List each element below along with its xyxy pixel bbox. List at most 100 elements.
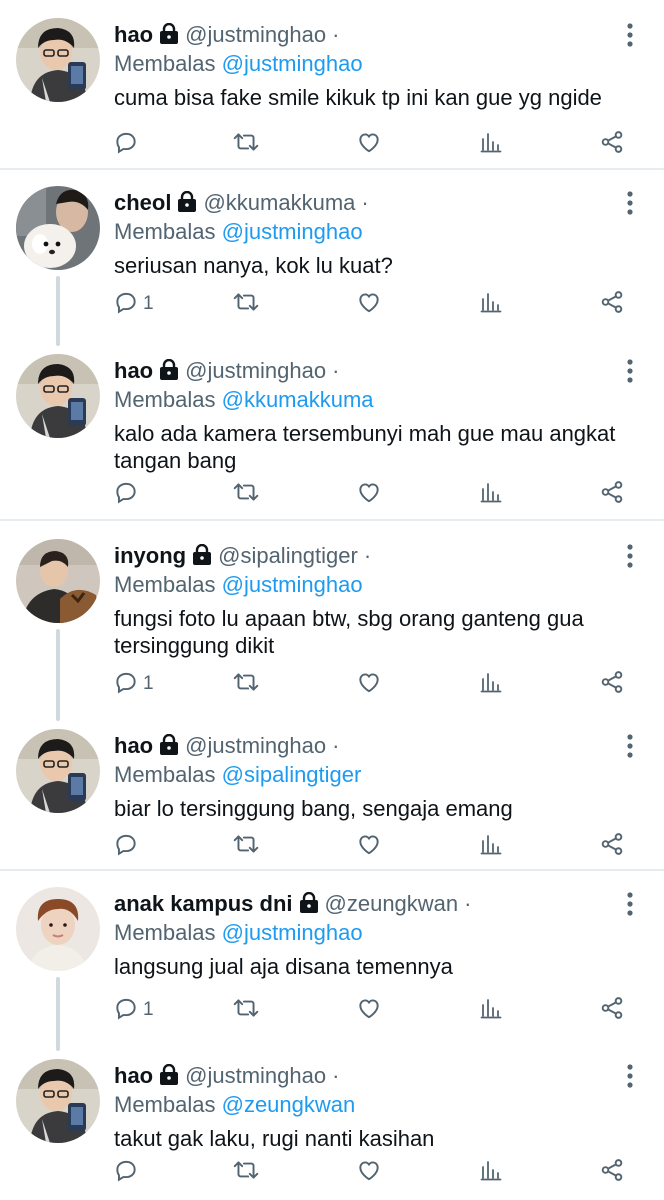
more-icon[interactable] xyxy=(620,22,640,48)
share-button[interactable] xyxy=(599,994,625,1026)
separator-dot: · xyxy=(332,733,340,758)
more-icon[interactable] xyxy=(620,358,640,384)
reply-prefix: Membalas xyxy=(114,387,216,412)
more-icon[interactable] xyxy=(620,543,640,569)
tweet-actions: 1 xyxy=(0,994,664,1026)
username[interactable]: @justminghao xyxy=(185,22,326,47)
share-button[interactable] xyxy=(599,668,625,700)
more-icon[interactable] xyxy=(620,1063,640,1089)
reply-mention[interactable]: @kkumakkuma xyxy=(222,387,374,412)
tweet[interactable]: anak kampus dni @zeungkwan · Membalas @jus… xyxy=(0,869,664,1051)
share-button[interactable] xyxy=(599,478,625,510)
display-name[interactable]: hao xyxy=(114,1063,153,1088)
like-button[interactable] xyxy=(356,478,382,510)
avatar[interactable] xyxy=(16,354,100,438)
share-button[interactable] xyxy=(599,1156,625,1188)
display-name[interactable]: hao xyxy=(114,22,153,47)
username[interactable]: @justminghao xyxy=(185,1063,326,1088)
like-button[interactable] xyxy=(356,830,382,862)
retweet-button[interactable] xyxy=(232,128,260,160)
reply-button[interactable] xyxy=(113,128,143,160)
reply-mention[interactable]: @zeungkwan xyxy=(222,1092,356,1117)
avatar[interactable] xyxy=(16,1059,100,1143)
retweet-button[interactable] xyxy=(232,994,260,1026)
tweet[interactable]: inyong @sipalingtiger · Membalas @justming… xyxy=(0,521,664,721)
retweet-button[interactable] xyxy=(232,1156,260,1188)
retweet-icon xyxy=(232,479,260,510)
share-icon xyxy=(599,995,625,1026)
retweet-icon xyxy=(232,1157,260,1188)
like-button[interactable] xyxy=(356,1156,382,1188)
reply-button[interactable]: 1 xyxy=(113,994,154,1026)
username[interactable]: @zeungkwan xyxy=(325,891,459,916)
tweet[interactable]: hao @justminghao · Membalas @zeungkwan tak… xyxy=(0,1041,664,1200)
username[interactable]: @justminghao xyxy=(185,733,326,758)
separator-dot: · xyxy=(332,22,340,47)
avatar[interactable] xyxy=(16,887,100,971)
username[interactable]: @kkumakkuma xyxy=(203,190,355,215)
reply-mention[interactable]: @justminghao xyxy=(222,572,363,597)
reply-mention[interactable]: @justminghao xyxy=(222,920,363,945)
more-icon[interactable] xyxy=(620,733,640,759)
retweet-icon xyxy=(232,831,260,862)
more-icon[interactable] xyxy=(620,190,640,216)
views-button[interactable] xyxy=(479,128,503,160)
reply-button[interactable] xyxy=(113,1156,143,1188)
like-button[interactable] xyxy=(356,128,382,160)
reply-mention[interactable]: @sipalingtiger xyxy=(222,762,362,787)
more-icon[interactable] xyxy=(620,891,640,917)
avatar[interactable] xyxy=(16,539,100,623)
display-name[interactable]: cheol xyxy=(114,190,171,215)
tweet[interactable]: hao @justminghao · Membalas @kkumakkuma ka… xyxy=(0,336,664,519)
reply-button[interactable] xyxy=(113,478,143,510)
tweet-header: hao @justminghao · xyxy=(114,20,604,50)
reply-count: 1 xyxy=(143,293,154,314)
avatar[interactable] xyxy=(16,18,100,102)
share-button[interactable] xyxy=(599,288,625,320)
views-button[interactable] xyxy=(479,288,503,320)
separator-dot: · xyxy=(332,358,340,383)
reply-icon xyxy=(113,831,139,862)
like-button[interactable] xyxy=(356,288,382,320)
tweet-text: cuma bisa fake smile kikuk tp ini kan gu… xyxy=(114,85,602,110)
share-button[interactable] xyxy=(599,830,625,862)
views-button[interactable] xyxy=(479,830,503,862)
username[interactable]: @sipalingtiger xyxy=(218,543,358,568)
reply-icon xyxy=(113,129,139,160)
tweet-actions xyxy=(0,478,664,510)
avatar[interactable] xyxy=(16,729,100,813)
reply-mention[interactable]: @justminghao xyxy=(222,51,363,76)
retweet-button[interactable] xyxy=(232,478,260,510)
tweet-text: seriusan nanya, kok lu kuat? xyxy=(114,253,393,278)
tweet[interactable]: cheol @kkumakkuma · Membalas @justminghao … xyxy=(0,168,664,346)
analytics-icon xyxy=(479,290,503,319)
like-button[interactable] xyxy=(356,994,382,1026)
views-button[interactable] xyxy=(479,1156,503,1188)
analytics-icon xyxy=(479,480,503,509)
tweet-actions: 1 xyxy=(0,668,664,700)
retweet-button[interactable] xyxy=(232,830,260,862)
views-button[interactable] xyxy=(479,994,503,1026)
separator-dot: · xyxy=(361,190,369,215)
reply-mention[interactable]: @justminghao xyxy=(222,219,363,244)
username[interactable]: @justminghao xyxy=(185,358,326,383)
avatar[interactable] xyxy=(16,186,100,270)
retweet-button[interactable] xyxy=(232,288,260,320)
reply-button[interactable]: 1 xyxy=(113,668,154,700)
retweet-button[interactable] xyxy=(232,668,260,700)
display-name[interactable]: anak kampus dni xyxy=(114,891,293,916)
display-name[interactable]: hao xyxy=(114,358,153,383)
like-button[interactable] xyxy=(356,668,382,700)
tweet[interactable]: hao @justminghao · Membalas @sipalingtiger… xyxy=(0,711,664,869)
display-name[interactable]: inyong xyxy=(114,543,186,568)
share-button[interactable] xyxy=(599,128,625,160)
views-button[interactable] xyxy=(479,668,503,700)
views-button[interactable] xyxy=(479,478,503,510)
reply-context: Membalas @justminghao xyxy=(114,919,363,947)
reply-button[interactable] xyxy=(113,830,143,862)
display-name[interactable]: hao xyxy=(114,733,153,758)
reply-button[interactable]: 1 xyxy=(113,288,154,320)
lock-icon xyxy=(159,733,179,764)
tweet[interactable]: hao @justminghao · Membalas @justminghao c… xyxy=(0,0,664,168)
share-icon xyxy=(599,669,625,700)
